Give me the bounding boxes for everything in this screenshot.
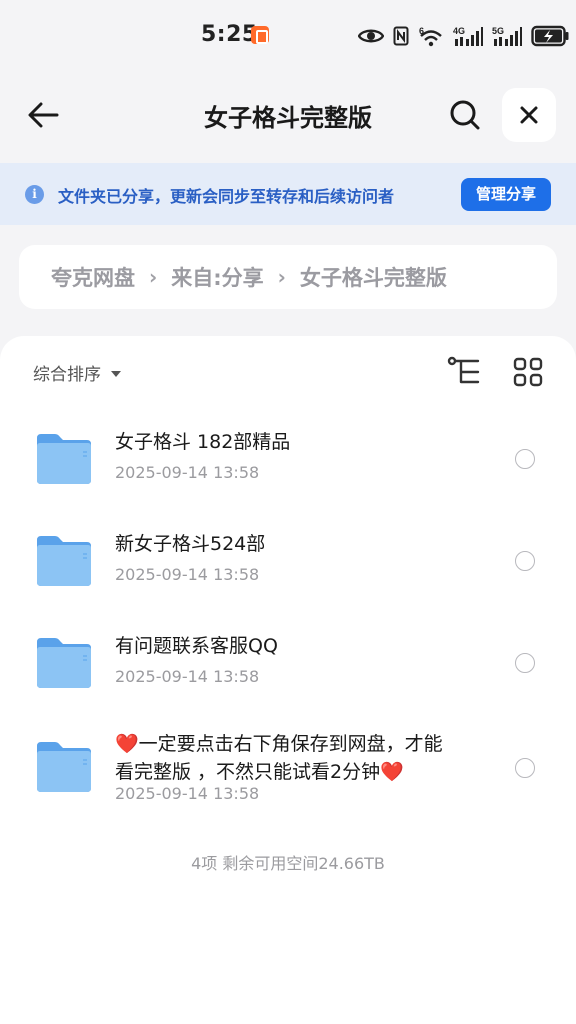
folder-icon <box>37 434 91 484</box>
status-time: 5:25 <box>201 22 258 47</box>
chevron-right-icon: › <box>149 265 158 289</box>
folder-icon <box>37 638 91 688</box>
nfc-icon <box>393 26 409 46</box>
tree-view-button[interactable] <box>447 355 481 389</box>
heart-icon: ❤️ <box>115 733 139 755</box>
select-radio[interactable] <box>515 653 535 673</box>
signal-5g-icon: 5G <box>492 26 522 46</box>
file-item[interactable]: ❤️一定要点击右下角保存到网盘，才能看完整版 ，不然只能试看2分钟❤️ 2025… <box>0 724 576 834</box>
file-item[interactable]: 新女子格斗524部 2025-09-14 13:58 <box>0 518 576 608</box>
header-bar: 女子格斗完整版 <box>0 82 576 148</box>
share-notice-text: 文件夹已分享，更新会同步至转存和后续访问者 <box>58 187 395 206</box>
folder-icon <box>37 536 91 586</box>
eye-icon <box>358 29 384 43</box>
select-radio[interactable] <box>515 449 535 469</box>
select-radio[interactable] <box>515 758 535 778</box>
grid-view-button[interactable] <box>513 357 543 387</box>
caret-down-icon <box>111 370 121 377</box>
search-icon <box>450 100 480 130</box>
file-item[interactable]: 女子格斗 182部精品 2025-09-14 13:58 <box>0 416 576 506</box>
grid-icon <box>513 357 543 387</box>
breadcrumb-item-current: 女子格斗完整版 <box>299 266 447 290</box>
sort-dropdown[interactable]: 综合排序 <box>33 360 121 385</box>
heart-icon: ❤️ <box>380 761 404 783</box>
select-radio[interactable] <box>515 551 535 571</box>
storage-summary: 4项 剩余可用空间24.66TB <box>191 854 385 873</box>
file-date: 2025-09-14 13:58 <box>115 463 260 482</box>
search-button[interactable] <box>444 94 486 136</box>
file-name: 有问题联系客服QQ <box>115 635 278 657</box>
signal-5g-label: 5G <box>492 26 504 36</box>
wifi-6-icon: 6 <box>419 26 442 47</box>
file-list-panel: 综合排序 女子格斗 182部精品 2025-09-14 13:58 新女子格斗5… <box>0 336 576 1024</box>
page-title: 女子格斗完整版 <box>204 104 372 132</box>
file-date: 2025-09-14 13:58 <box>115 784 260 803</box>
file-item[interactable]: 有问题联系客服QQ 2025-09-14 13:58 <box>0 620 576 710</box>
file-date: 2025-09-14 13:58 <box>115 565 260 584</box>
info-icon: i <box>25 185 44 204</box>
battery-charging-icon <box>531 25 569 47</box>
breadcrumb: 夸克网盘 › 来自:分享 › 女子格斗完整版 <box>19 245 557 309</box>
file-name: 女子格斗 182部精品 <box>115 431 291 453</box>
breadcrumb-item-share[interactable]: 来自:分享 <box>171 262 263 292</box>
app-notification-icon <box>251 26 269 44</box>
file-name: 新女子格斗524部 <box>115 533 266 555</box>
folder-icon <box>37 742 91 792</box>
manage-share-button[interactable]: 管理分享 <box>461 178 551 211</box>
app-screen: 5:25 6 4G 5G 女子格斗完整版 i 文件夹已分享，更新会同步至转存和后… <box>0 0 576 1024</box>
file-name: ❤️一定要点击右下角保存到网盘，才能看完整版 ，不然只能试看2分钟❤️ <box>115 730 460 786</box>
share-notice-banner: i 文件夹已分享，更新会同步至转存和后续访问者 管理分享 <box>0 163 576 225</box>
signal-4g-icon: 4G <box>453 26 483 46</box>
chevron-right-icon: › <box>277 265 286 289</box>
status-bar: 5:25 6 4G 5G <box>0 0 576 72</box>
close-button[interactable] <box>502 88 556 142</box>
file-date: 2025-09-14 13:58 <box>115 667 260 686</box>
status-icons: 6 4G 5G <box>358 24 569 48</box>
signal-4g-label: 4G <box>453 26 465 36</box>
tree-structure-icon <box>447 356 480 384</box>
breadcrumb-item-root[interactable]: 夸克网盘 <box>51 262 135 292</box>
sort-label: 综合排序 <box>33 365 101 385</box>
close-icon <box>520 106 538 124</box>
